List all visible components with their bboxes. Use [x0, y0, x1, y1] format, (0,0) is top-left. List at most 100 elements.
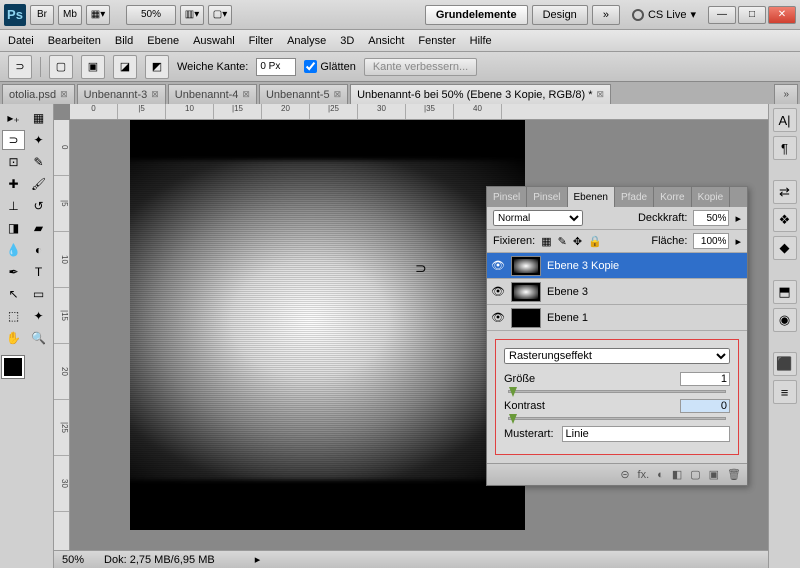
bridge-button[interactable]: Br: [30, 5, 54, 25]
panel-foot-button[interactable]: ▢: [690, 468, 700, 481]
stamp-tool[interactable]: ⊥: [2, 196, 25, 216]
dodge-tool[interactable]: ◐: [27, 240, 50, 260]
lock-pixels-icon[interactable]: ✎: [558, 235, 567, 248]
dock-icon[interactable]: ≡: [773, 380, 797, 404]
tool-preset-lasso[interactable]: ⊃: [8, 55, 32, 79]
doc-tab[interactable]: Unbenannt-5⊠: [259, 84, 348, 104]
blend-mode-select[interactable]: Normal: [493, 210, 583, 226]
wand-tool[interactable]: ✦: [27, 130, 50, 150]
healing-tool[interactable]: ✚: [2, 174, 25, 194]
close-icon[interactable]: ⊠: [60, 89, 68, 100]
status-zoom[interactable]: 50%: [62, 554, 84, 566]
shape-tool[interactable]: ▭: [27, 284, 50, 304]
dock-icon[interactable]: ❖: [773, 208, 797, 232]
size-slider[interactable]: [508, 390, 726, 393]
workspace-grundelemente[interactable]: Grundelemente: [425, 5, 528, 25]
menu-bild[interactable]: Bild: [115, 35, 133, 47]
layer-row[interactable]: 👁Ebene 1: [487, 305, 747, 331]
dock-icon[interactable]: ⇄: [773, 180, 797, 204]
panel-tab-pinsel[interactable]: Pinsel: [487, 187, 527, 207]
visibility-icon[interactable]: 👁: [491, 259, 505, 272]
screen-mode-button[interactable]: ▢▾: [208, 5, 232, 25]
menu-analyse[interactable]: Analyse: [287, 35, 326, 47]
zoom-tool[interactable]: 🔍: [27, 328, 50, 348]
panel-foot-button[interactable]: fx.: [638, 469, 650, 481]
menu-bearbeiten[interactable]: Bearbeiten: [48, 35, 101, 47]
crop-tool[interactable]: ⊡: [2, 152, 25, 172]
doc-tab[interactable]: Unbenannt-6 bei 50% (Ebene 3 Kopie, RGB/…: [350, 84, 611, 104]
window-maximize[interactable]: □: [738, 6, 766, 24]
dock-icon[interactable]: ◉: [773, 308, 797, 332]
workspace-design[interactable]: Design: [532, 5, 588, 25]
dock-icon[interactable]: A|: [773, 108, 797, 132]
close-icon[interactable]: ⊠: [597, 89, 605, 100]
brush-tool[interactable]: 🖌: [27, 174, 50, 194]
eraser-tool[interactable]: ◨: [2, 218, 25, 238]
panel-tab-kopie[interactable]: Kopie: [692, 187, 731, 207]
contrast-input[interactable]: [680, 399, 730, 413]
menu-fenster[interactable]: Fenster: [418, 35, 455, 47]
arrange-button[interactable]: ▥▾: [180, 5, 204, 25]
hand-tool[interactable]: ✋: [2, 328, 25, 348]
gradient-tool[interactable]: ▰: [27, 218, 50, 238]
opacity-input[interactable]: [693, 210, 729, 226]
history-brush-tool[interactable]: ↺: [27, 196, 50, 216]
layer-thumbnail[interactable]: [511, 282, 541, 302]
blur-tool[interactable]: 💧: [2, 240, 25, 260]
panel-tab-ebenen[interactable]: Ebenen: [568, 187, 615, 207]
visibility-icon[interactable]: 👁: [491, 285, 505, 298]
zoom-dropdown[interactable]: 50%: [126, 5, 176, 25]
menu-filter[interactable]: Filter: [249, 35, 273, 47]
lock-all-icon[interactable]: 🔒: [588, 235, 602, 248]
3d-tool[interactable]: ⬚: [2, 306, 25, 326]
close-icon[interactable]: ⊠: [334, 89, 342, 100]
layer-row[interactable]: 👁Ebene 3: [487, 279, 747, 305]
selection-intersect[interactable]: ◩: [145, 55, 169, 79]
anti-alias-checkbox[interactable]: Glätten: [304, 60, 355, 73]
lasso-tool[interactable]: ⊃: [2, 130, 25, 150]
fill-input[interactable]: [693, 233, 729, 249]
size-input[interactable]: [680, 372, 730, 386]
dock-icon[interactable]: ¶: [773, 136, 797, 160]
path-select-tool[interactable]: ↖: [2, 284, 25, 304]
panel-foot-button[interactable]: ⊝: [620, 468, 629, 481]
view-extras-button[interactable]: ▦▾: [86, 5, 110, 25]
doc-tab[interactable]: Unbenannt-3⊠: [77, 84, 166, 104]
menu-datei[interactable]: Datei: [8, 35, 34, 47]
contrast-slider[interactable]: [508, 417, 726, 420]
tabs-overflow[interactable]: »: [774, 84, 798, 104]
panel-foot-button[interactable]: ◐: [657, 469, 664, 481]
marquee-tool[interactable]: ▦: [27, 108, 50, 128]
lock-transparency-icon[interactable]: ▦: [541, 235, 551, 248]
cslive-menu[interactable]: CS Live ▾: [632, 8, 696, 21]
effect-select[interactable]: Rasterungseffekt: [504, 348, 730, 364]
menu-3d[interactable]: 3D: [340, 35, 354, 47]
selection-subtract[interactable]: ◪: [113, 55, 137, 79]
move-tool[interactable]: ▸₊: [2, 108, 25, 128]
window-minimize[interactable]: —: [708, 6, 736, 24]
3d-camera-tool[interactable]: ✦: [27, 306, 50, 326]
panel-tab-pinsel[interactable]: Pinsel: [527, 187, 567, 207]
layer-thumbnail[interactable]: [511, 308, 541, 328]
refine-edge-button[interactable]: Kante verbessern...: [364, 58, 477, 76]
menu-auswahl[interactable]: Auswahl: [193, 35, 235, 47]
menu-hilfe[interactable]: Hilfe: [470, 35, 492, 47]
doc-tab[interactable]: otolia.psd⊠: [2, 84, 75, 104]
panel-foot-button[interactable]: 🗑: [727, 468, 741, 481]
color-swatches[interactable]: [2, 356, 42, 392]
doc-tab[interactable]: Unbenannt-4⊠: [168, 84, 257, 104]
document-canvas[interactable]: ⊃: [130, 120, 525, 530]
minibridge-button[interactable]: Mb: [58, 5, 82, 25]
dock-icon[interactable]: ⬒: [773, 280, 797, 304]
selection-add[interactable]: ▣: [81, 55, 105, 79]
window-close[interactable]: ✕: [768, 6, 796, 24]
panel-tab-pfade[interactable]: Pfade: [615, 187, 654, 207]
lock-position-icon[interactable]: ✥: [573, 235, 582, 248]
menu-ansicht[interactable]: Ansicht: [368, 35, 404, 47]
pen-tool[interactable]: ✒: [2, 262, 25, 282]
close-icon[interactable]: ⊠: [242, 89, 250, 100]
close-icon[interactable]: ⊠: [151, 89, 159, 100]
feather-input[interactable]: [256, 58, 296, 76]
visibility-icon[interactable]: 👁: [491, 311, 505, 324]
layer-row[interactable]: 👁Ebene 3 Kopie: [487, 253, 747, 279]
